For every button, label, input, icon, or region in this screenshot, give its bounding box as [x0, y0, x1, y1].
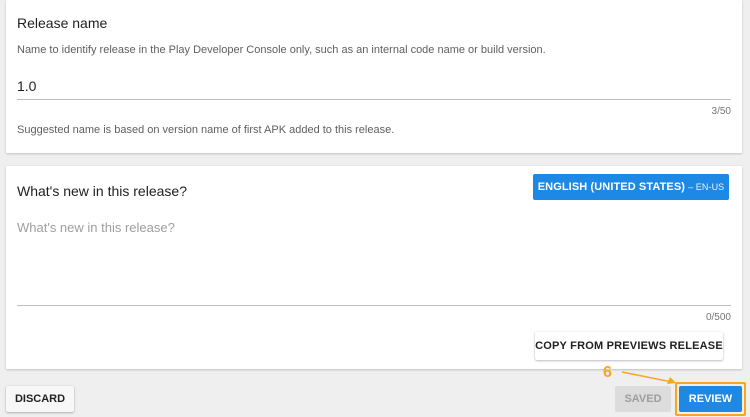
release-name-hint: Suggested name is based on version name …: [17, 124, 395, 136]
language-button-label: ENGLISH (UNITED STATES): [537, 181, 686, 193]
release-name-underline: [17, 99, 731, 100]
whats-new-underline: [17, 305, 731, 306]
whats-new-textarea[interactable]: What's new in this release?: [17, 220, 175, 235]
release-name-char-counter: 3/50: [711, 106, 731, 117]
discard-button[interactable]: DISCARD: [6, 386, 74, 412]
release-name-description: Name to identify release in the Play Dev…: [17, 44, 546, 56]
whats-new-char-counter: 0/500: [705, 312, 731, 323]
language-button-code: – EN-US: [688, 182, 725, 192]
release-name-input[interactable]: 1.0: [17, 78, 36, 94]
whats-new-title: What's new in this release?: [17, 183, 187, 199]
annotation-arrow-icon: [621, 371, 676, 384]
release-name-card: Release name Name to identify release in…: [6, 0, 742, 153]
saved-button: SAVED: [615, 386, 671, 412]
step-number-annotation: 6: [603, 364, 612, 381]
review-button[interactable]: REVIEW: [679, 386, 742, 412]
whats-new-card: What's new in this release? ENGLISH (UNI…: [6, 166, 742, 369]
release-name-title: Release name: [17, 15, 108, 31]
language-button[interactable]: ENGLISH (UNITED STATES) – EN-US: [533, 174, 729, 200]
copy-from-previous-release-button[interactable]: COPY FROM PREVIEWS RELEASE: [535, 332, 723, 360]
